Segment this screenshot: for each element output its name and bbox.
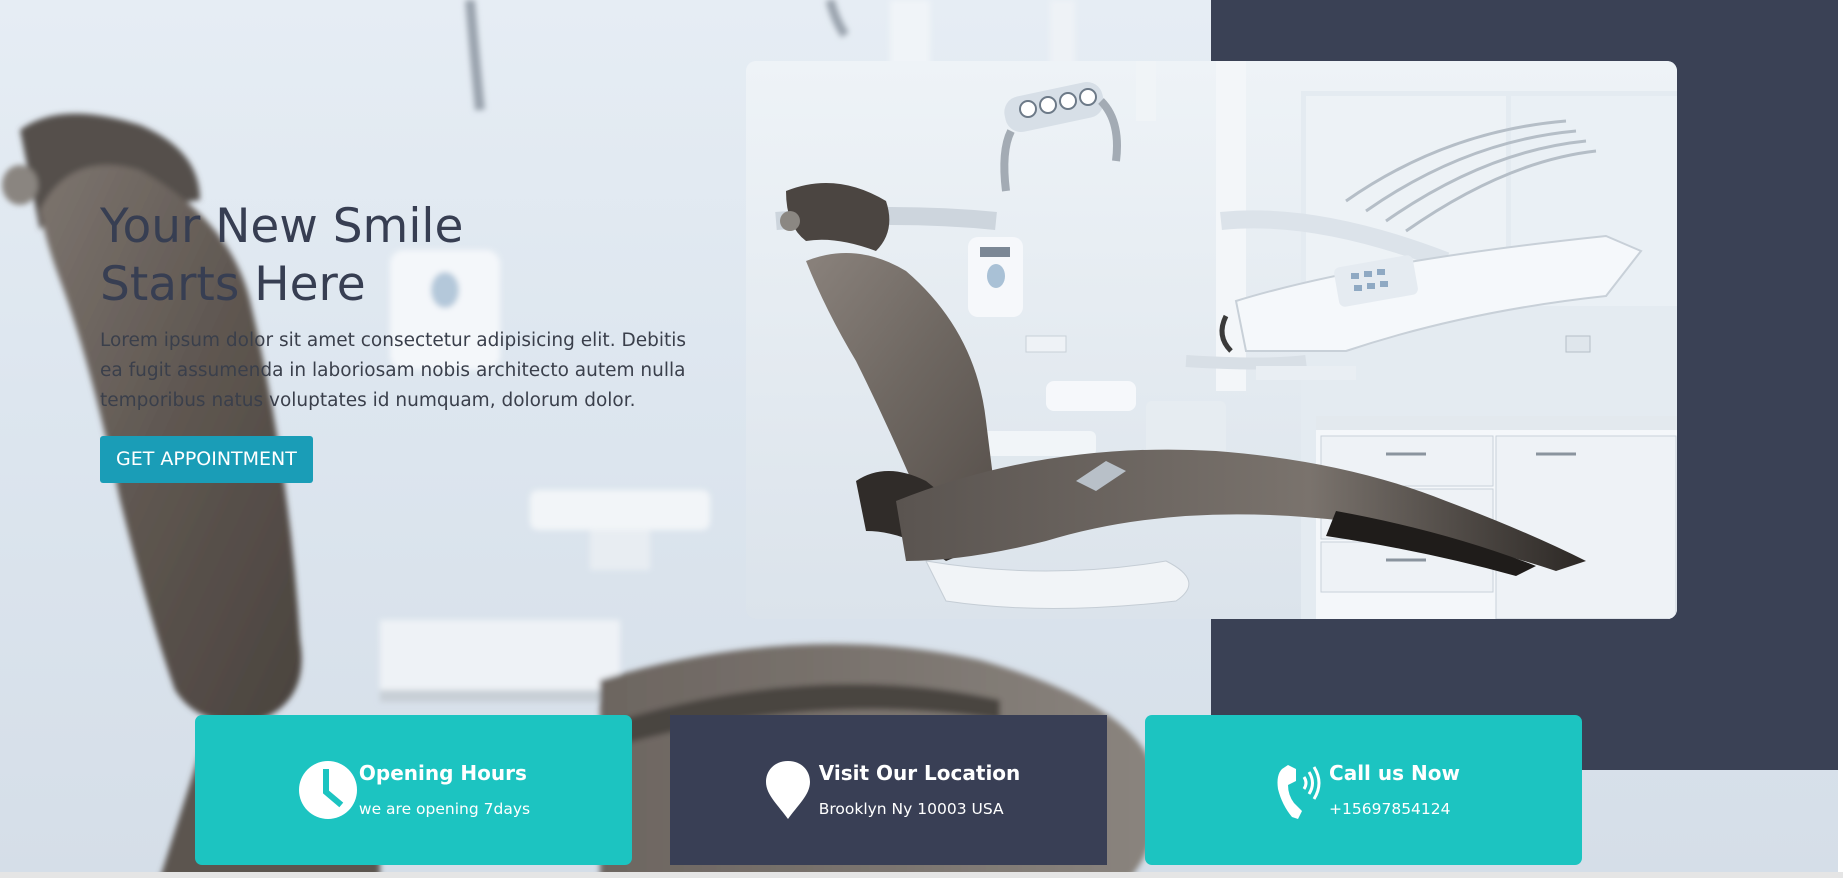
get-appointment-button[interactable]: GET APPOINTMENT (100, 436, 313, 483)
hero-section: Your New Smile Starts Here Lorem ipsum d… (0, 0, 1843, 878)
call-card[interactable]: Call us Now +15697854124 (1145, 715, 1582, 865)
page-edge (1838, 0, 1843, 878)
info-subtitle: we are opening 7days (358, 800, 531, 818)
info-title: Visit Our Location (818, 761, 1021, 785)
clinic-photo (746, 61, 1677, 619)
hero-description: Lorem ipsum dolor sit amet consectetur a… (100, 330, 686, 411)
opening-hours-card: Opening Hours we are opening 7days (195, 715, 632, 865)
location-card[interactable]: Visit Our Location Brooklyn Ny 10003 USA (670, 715, 1107, 865)
info-title: Call us Now (1329, 761, 1460, 785)
phone-icon (1267, 759, 1329, 821)
location-pin-icon (757, 759, 819, 821)
horizontal-scrollbar[interactable] (0, 872, 1843, 878)
info-subtitle: +15697854124 (1329, 800, 1451, 818)
info-title: Opening Hours (358, 761, 527, 785)
hero-title: Your New Smile Starts Here (100, 199, 464, 312)
info-subtitle: Brooklyn Ny 10003 USA (818, 800, 1004, 818)
clock-icon (297, 759, 359, 821)
hero-text-block: Your New Smile Starts Here Lorem ipsum d… (100, 198, 700, 483)
